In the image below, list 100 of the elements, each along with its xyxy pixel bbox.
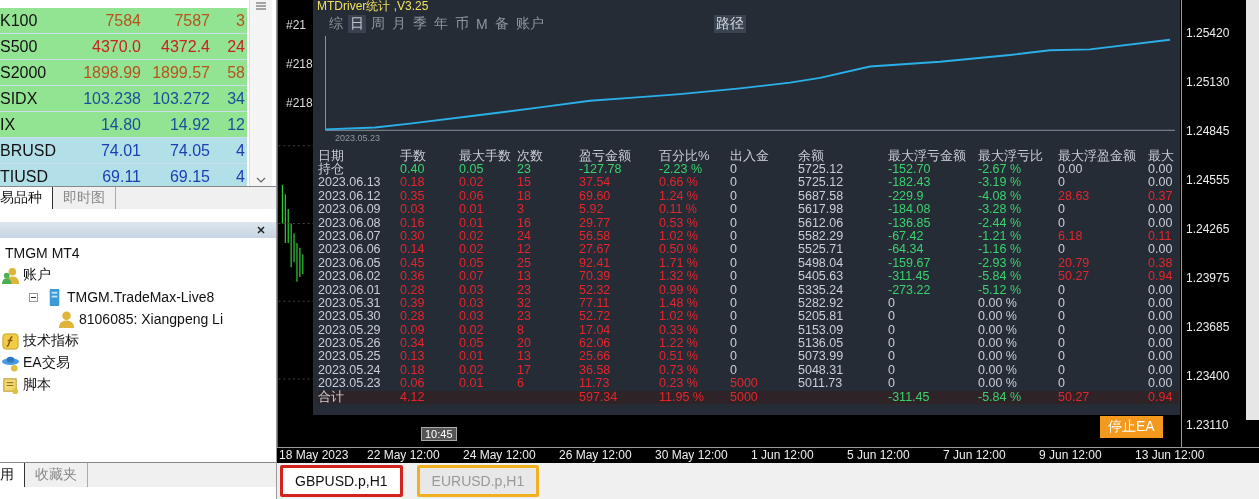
column-header: 最大 (1148, 148, 1175, 163)
table-cell: 0.53 % (659, 215, 698, 230)
price-label: 1.23110 (1186, 418, 1230, 432)
table-cell: 0.00 % (978, 295, 1017, 310)
table-cell: 0 (730, 255, 737, 270)
chevron-down-icon[interactable] (255, 176, 267, 184)
table-cell: 5498.04 (798, 255, 844, 270)
table-cell: 2023.05.31 (318, 295, 381, 310)
table-cell: 0 (1058, 309, 1065, 324)
table-cell: 2023.06.12 (318, 188, 381, 203)
table-cell: 0.05 (459, 162, 484, 176)
period-tab[interactable]: M (474, 16, 490, 32)
panel-tab[interactable]: 用 (0, 463, 25, 487)
table-cell: 0.00 (1148, 242, 1173, 257)
tree-item[interactable]: 技术指标 (23, 332, 79, 350)
table-cell: 0 (730, 336, 737, 351)
period-tab[interactable]: 周 (369, 15, 387, 33)
table-cell: -136.85 (888, 215, 931, 230)
table-cell: -159.67 (888, 255, 931, 270)
table-cell: 597.34 (579, 389, 618, 404)
column-header: 出入金 (730, 148, 770, 163)
table-cell: 0 (1058, 242, 1065, 257)
table-cell: 36.58 (579, 362, 611, 377)
column-header: 手数 (400, 148, 427, 163)
table-cell: 77.11 (579, 295, 610, 310)
ask-price: 4372.4 (160, 37, 210, 56)
table-cell: 0.50 % (659, 242, 698, 257)
table-cell: 0 (1058, 336, 1065, 351)
table-cell: 5725.12 (798, 162, 844, 176)
spread-value: 34 (226, 89, 245, 108)
tree-item[interactable]: TMGM.TradeMax-Live8 (67, 289, 215, 305)
column-header: 最大浮盈金额 (1058, 148, 1137, 163)
table-cell: 23 (517, 282, 531, 297)
table-cell: 0 (1058, 295, 1065, 310)
table-cell: 0 (1058, 282, 1065, 297)
table-cell: -4.08 % (978, 188, 1022, 203)
tree-item[interactable]: EA交易 (23, 354, 70, 372)
symbol-name[interactable]: IX (0, 115, 72, 134)
symbol-name[interactable]: S500 (0, 37, 72, 56)
table-cell: 0.33 % (659, 322, 698, 337)
tree-item[interactable]: 8106085: Xiangpeng Li (79, 311, 224, 327)
tree-item[interactable]: 脚本 (23, 376, 51, 394)
table-cell: -2.67 % (978, 162, 1022, 176)
period-tab[interactable]: 季 (411, 15, 429, 33)
symbol-name[interactable]: BRUSD (0, 141, 72, 160)
panel-tab[interactable]: 易品种 (0, 187, 53, 209)
table-cell: 0.66 % (659, 175, 698, 190)
table-cell: 37.54 (579, 175, 611, 190)
table-cell: 25 (517, 255, 531, 270)
column-header: 盈亏金额 (579, 148, 632, 163)
table-cell: 0.00 % (978, 309, 1017, 324)
table-cell: 0.03 (459, 309, 484, 324)
table-cell: 0.36 (400, 269, 425, 284)
table-cell: 0 (888, 309, 895, 324)
table-cell: 0.01 (459, 376, 484, 391)
table-cell: -3.28 % (978, 202, 1022, 217)
table-cell: 0 (730, 162, 737, 176)
table-cell: 5525.71 (798, 242, 844, 257)
table-cell: 20 (517, 336, 531, 351)
chart-tab[interactable]: GBPUSD.p,H1 (280, 465, 403, 497)
table-cell: 0 (1058, 376, 1065, 391)
order-label: #218 (286, 57, 313, 71)
period-tab[interactable]: 年 (432, 15, 450, 33)
period-tab[interactable]: 月 (390, 15, 408, 33)
period-tab[interactable]: 币 (453, 15, 471, 33)
scrollbar[interactable] (249, 0, 272, 186)
table-cell: -273.22 (888, 282, 931, 297)
symbol-name[interactable]: K100 (0, 11, 72, 30)
table-cell: 0.00 (1148, 322, 1173, 337)
spread-value: 3 (235, 11, 245, 30)
table-cell: 27.67 (579, 242, 611, 257)
table-cell: 12 (517, 242, 531, 257)
table-cell: -184.08 (888, 202, 931, 217)
path-button[interactable]: 路径 (713, 15, 746, 33)
table-cell: 0.00 % (978, 336, 1017, 351)
symbol-name[interactable]: TIUSD (0, 167, 72, 186)
table-cell: 0.45 (400, 255, 425, 270)
period-tab[interactable]: 日 (348, 15, 366, 33)
symbol-name[interactable]: SIDX (0, 89, 72, 108)
collapse-icon[interactable] (29, 292, 38, 302)
period-tab[interactable]: 备 (492, 15, 511, 33)
tree-item[interactable]: 账户 (23, 266, 51, 284)
time-label: 30 May 12:00 (655, 448, 729, 463)
period-tab[interactable]: 综 (327, 15, 345, 33)
column-header: 最大手数 (459, 148, 512, 163)
table-cell: 0.07 (459, 269, 484, 284)
symbol-name[interactable]: S2000 (0, 63, 72, 82)
price-label: 1.23400 (1186, 369, 1231, 383)
tree-item[interactable]: TMGM MT4 (5, 245, 80, 261)
table-cell: 5725.12 (798, 175, 844, 190)
table-cell: 6.18 (1058, 228, 1083, 243)
table-cell: 0.00 (1148, 336, 1173, 351)
table-cell: 5282.92 (798, 295, 844, 310)
table-cell: 5582.29 (798, 228, 844, 243)
period-tab[interactable]: 账户 (513, 15, 546, 33)
close-icon[interactable] (256, 225, 266, 235)
table-cell: 2023.06.07 (318, 228, 381, 243)
table-cell: 0.00 (1148, 309, 1173, 324)
table-cell: 2023.05.29 (318, 322, 381, 337)
table-cell: 1.32 % (659, 269, 698, 284)
